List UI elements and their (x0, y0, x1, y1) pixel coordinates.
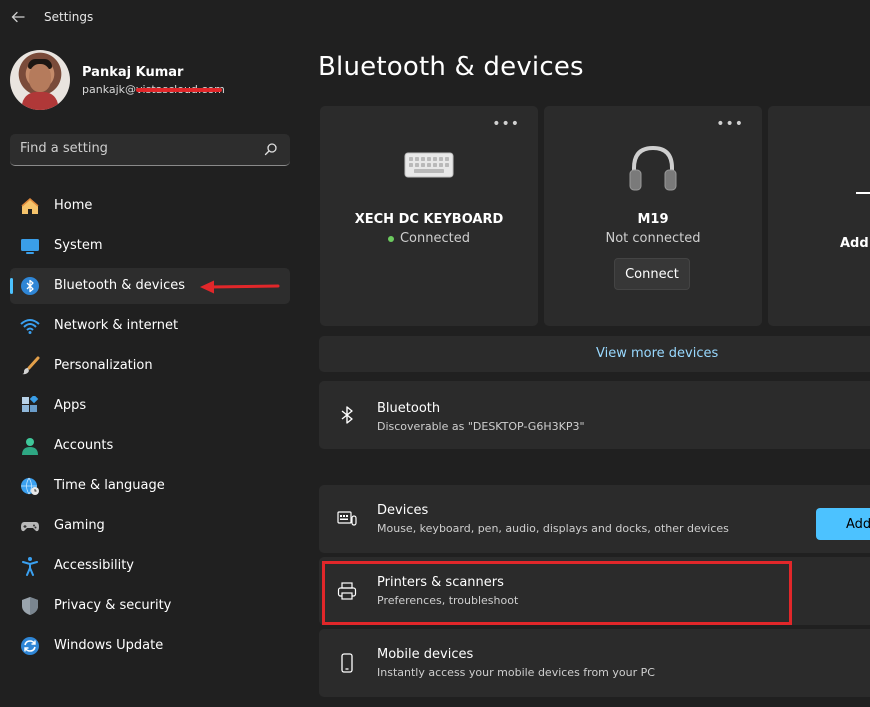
update-icon (21, 637, 39, 655)
sidebar-item-label: Windows Update (54, 638, 164, 653)
sidebar-nav: Home System Bluetooth & devices Network … (10, 188, 290, 668)
sidebar-item-label: Bluetooth & devices (54, 278, 185, 293)
wifi-icon (20, 319, 40, 334)
user-name: Pankaj Kumar (82, 65, 184, 80)
system-icon (21, 239, 39, 254)
row-title: Devices (377, 503, 429, 518)
device-card-keyboard[interactable]: ••• XECH DC KEYBOARD Connected (320, 106, 538, 326)
devices-row[interactable]: Devices Mouse, keyboard, pen, audio, dis… (319, 485, 870, 553)
window-title: Settings (44, 10, 94, 24)
search-icon[interactable] (264, 142, 278, 156)
view-more-devices-link[interactable]: View more devices (596, 346, 718, 361)
sidebar-item-network[interactable]: Network & internet (10, 308, 290, 344)
avatar[interactable] (10, 50, 70, 110)
add-device-card[interactable]: Add (768, 106, 870, 326)
sidebar-item-windows-update[interactable]: Windows Update (10, 628, 290, 664)
connect-button[interactable]: Connect (614, 258, 690, 290)
mobile-devices-row[interactable]: Mobile devices Instantly access your mob… (319, 629, 870, 697)
globe-clock-icon (21, 477, 39, 495)
row-subtitle: Discoverable as "DESKTOP-G6H3KP3" (377, 420, 585, 433)
sidebar-item-label: Gaming (54, 518, 105, 533)
sidebar-item-time-language[interactable]: Time & language (10, 468, 290, 504)
device-status: Connected (320, 231, 538, 246)
view-more-bar: View more devices (319, 336, 870, 372)
device-card-m19[interactable]: ••• M19 Not connected Connect (544, 106, 762, 326)
row-subtitle: Mouse, keyboard, pen, audio, displays an… (377, 522, 729, 535)
accessibility-icon (22, 557, 38, 576)
sidebar-item-label: Personalization (54, 358, 153, 373)
sidebar-item-label: Apps (54, 398, 87, 413)
row-title: Bluetooth (377, 401, 441, 416)
brush-icon (22, 356, 40, 375)
plus-icon (856, 192, 870, 194)
sidebar-item-label: Time & language (54, 478, 165, 493)
annotation-highlight-box (322, 561, 792, 625)
back-button[interactable] (6, 5, 30, 29)
sidebar-item-privacy[interactable]: Privacy & security (10, 588, 290, 624)
page-title: Bluetooth & devices (318, 52, 584, 82)
home-icon (21, 198, 39, 214)
sidebar-item-system[interactable]: System (10, 228, 290, 264)
sidebar-item-accessibility[interactable]: Accessibility (10, 548, 290, 584)
bluetooth-icon (21, 277, 39, 295)
devices-icon (337, 511, 357, 526)
sidebar-item-home[interactable]: Home (10, 188, 290, 224)
annotation-arrow (200, 280, 280, 294)
bluetooth-row[interactable]: Bluetooth Discoverable as "DESKTOP-G6H3K… (319, 381, 870, 449)
title-bar: Settings (0, 0, 870, 36)
more-options-icon[interactable]: ••• (716, 116, 744, 132)
apps-icon (22, 396, 39, 412)
sidebar-item-label: Home (54, 198, 93, 213)
gamepad-icon (21, 522, 39, 532)
sidebar-item-label: System (54, 238, 103, 253)
sidebar-item-accounts[interactable]: Accounts (10, 428, 290, 464)
connected-dot (387, 235, 394, 242)
bluetooth-icon (341, 406, 353, 424)
add-device-label: Add (840, 236, 869, 251)
search-box[interactable] (10, 134, 290, 166)
keyboard-icon (404, 152, 454, 178)
back-arrow-icon (11, 11, 25, 23)
headphones-icon (629, 145, 677, 191)
row-title: Mobile devices (377, 647, 474, 662)
sidebar-item-gaming[interactable]: Gaming (10, 508, 290, 544)
device-status: Not connected (605, 231, 701, 246)
search-input[interactable] (20, 141, 240, 156)
more-options-icon[interactable]: ••• (492, 116, 520, 132)
sidebar-item-label: Accounts (54, 438, 114, 453)
phone-icon (341, 653, 353, 673)
device-name: XECH DC KEYBOARD (354, 212, 504, 227)
sidebar-item-label: Network & internet (54, 318, 179, 333)
add-device-button[interactable]: Add (816, 508, 870, 540)
sidebar-item-label: Privacy & security (54, 598, 172, 613)
device-name: M19 (637, 212, 669, 227)
sidebar-item-apps[interactable]: Apps (10, 388, 290, 424)
sidebar-item-label: Accessibility (54, 558, 134, 573)
row-subtitle: Instantly access your mobile devices fro… (377, 666, 655, 679)
accounts-icon (22, 438, 38, 455)
shield-icon (22, 597, 38, 615)
email-redaction-mark (136, 88, 222, 92)
selected-indicator (10, 278, 13, 294)
sidebar-item-personalization[interactable]: Personalization (10, 348, 290, 384)
